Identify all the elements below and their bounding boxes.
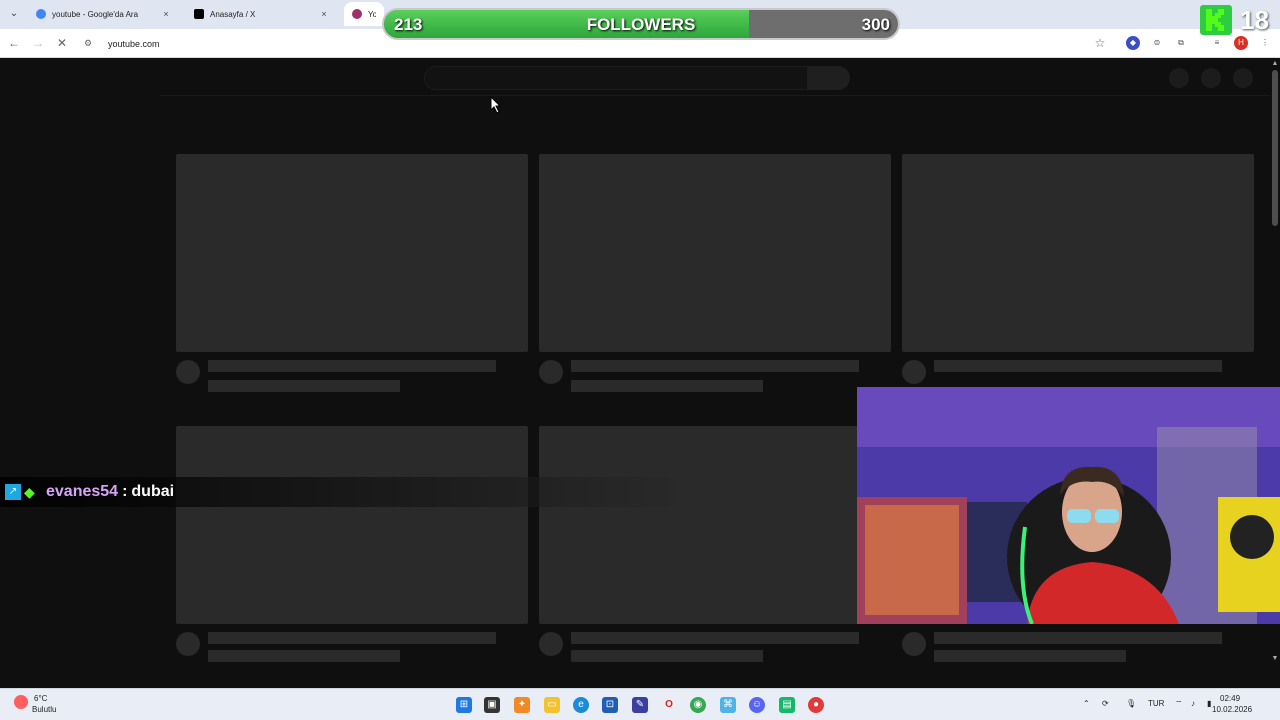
clock-date[interactable]: 10.02.2026 xyxy=(1212,705,1252,714)
app-icon[interactable]: ✎ xyxy=(632,697,648,713)
profile-avatar-icon[interactable]: H xyxy=(1234,36,1248,50)
volume-icon[interactable]: ♪ xyxy=(1191,699,1195,708)
puzzle-icon[interactable]: ⧉ xyxy=(1174,36,1188,50)
stop-loading-icon[interactable]: ✕ xyxy=(54,35,70,51)
weather-icon[interactable] xyxy=(14,695,28,709)
show-hidden-icons-icon[interactable]: ⌃ xyxy=(1083,699,1090,708)
discord-icon[interactable]: ☺ xyxy=(749,697,765,713)
store-icon[interactable]: ⊡ xyxy=(602,697,618,713)
meta-line-skeleton xyxy=(208,650,400,662)
reading-list-icon[interactable]: ≡ xyxy=(1210,36,1224,50)
avatar-skeleton[interactable] xyxy=(1233,68,1253,88)
title-line-skeleton xyxy=(571,360,859,372)
meta-line-skeleton xyxy=(571,380,763,392)
file-explorer-icon[interactable]: ▭ xyxy=(544,697,560,713)
chat-separator: : xyxy=(122,483,128,500)
menu-kebab-icon[interactable]: ⋮ xyxy=(1258,36,1272,50)
google-icon xyxy=(36,9,46,19)
tab-youtube[interactable]: YouTube xyxy=(344,2,384,26)
channel-avatar-skeleton xyxy=(176,632,200,656)
chrome-icon[interactable]: ◉ xyxy=(690,697,706,713)
chat-text: dubai xyxy=(131,483,175,500)
tab-search-button[interactable]: ⌄ xyxy=(6,6,22,22)
url-text: youtube.com xyxy=(108,38,160,49)
extension-icon[interactable]: ⊜ xyxy=(1150,36,1164,50)
microphone-icon[interactable]: 🎙 xyxy=(1126,699,1136,708)
title-line-skeleton xyxy=(934,632,1222,644)
search-input-skeleton[interactable] xyxy=(424,66,808,90)
app-icon[interactable]: ● xyxy=(808,697,824,713)
video-thumbnail-skeleton[interactable] xyxy=(176,154,528,352)
streamer-webcam-image xyxy=(857,387,1280,624)
channel-avatar-skeleton xyxy=(176,360,200,384)
diamond-badge-icon: ◆ xyxy=(24,484,35,500)
clock-time[interactable]: 02:49 xyxy=(1220,694,1240,703)
video-thumbnail-skeleton[interactable] xyxy=(176,426,528,624)
search-button-skeleton[interactable] xyxy=(808,66,850,90)
meta-line-skeleton xyxy=(571,650,763,662)
channel-avatar-skeleton xyxy=(539,632,563,656)
network-app-icon[interactable]: ⌘ xyxy=(720,697,736,713)
tab-google-search[interactable]: youtube - Google'da Ara × xyxy=(28,2,180,26)
task-view-icon[interactable]: ▣ xyxy=(484,697,500,713)
notifications-icon-skeleton[interactable] xyxy=(1201,68,1221,88)
subscriber-badge-icon: ↗ xyxy=(5,484,21,500)
battery-icon[interactable]: ▮ xyxy=(1207,699,1211,708)
weather-description: Bulutlu xyxy=(32,705,57,714)
tab-title: Anasayfa / X xyxy=(210,9,256,19)
video-thumbnail-skeleton[interactable] xyxy=(902,154,1254,352)
x-logo-icon xyxy=(194,9,204,19)
title-line-skeleton xyxy=(208,632,496,644)
chip-bar-divider xyxy=(160,95,1270,96)
tab-title: youtube - Google'da Ara xyxy=(52,9,139,19)
title-line-skeleton xyxy=(571,632,859,644)
app-icon[interactable]: ▤ xyxy=(779,697,795,713)
sync-icon[interactable]: ⟳ xyxy=(1102,699,1109,708)
title-line-skeleton xyxy=(934,360,1222,372)
video-thumbnail-skeleton[interactable] xyxy=(539,426,891,624)
scrollbar-thumb[interactable] xyxy=(1272,70,1278,226)
meta-line-skeleton xyxy=(934,650,1126,662)
windows-taskbar: 6°C Bulutlu ⊞ ▣ ✦ ▭ e ⊡ ✎ O ◉ ⌘ ☺ ▤ ● ⌃ … xyxy=(0,688,1280,720)
tab-title: YouTube xyxy=(368,9,376,19)
forward-arrow-icon[interactable]: → xyxy=(30,35,46,51)
copilot-icon[interactable]: ✦ xyxy=(514,697,530,713)
extension-icon[interactable]: ◆ xyxy=(1126,36,1140,50)
windows-start-icon[interactable]: ⊞ xyxy=(456,697,472,713)
channel-avatar-skeleton xyxy=(902,360,926,384)
close-icon[interactable]: × xyxy=(318,9,330,19)
site-info-icon[interactable]: ⚙ xyxy=(84,38,100,49)
meta-line-skeleton xyxy=(208,380,400,392)
age-rating: 18 xyxy=(1240,5,1269,35)
weather-temperature: 6°C xyxy=(34,694,48,703)
video-thumbnail-skeleton[interactable] xyxy=(539,154,891,352)
channel-avatar-skeleton xyxy=(902,632,926,656)
title-line-skeleton xyxy=(208,360,496,372)
wifi-icon[interactable]: ⌔ xyxy=(1175,699,1183,709)
language-indicator[interactable]: TUR xyxy=(1148,699,1164,708)
followers-goal: 300 xyxy=(861,15,890,34)
bookmark-star-icon[interactable]: ☆ xyxy=(1092,35,1108,51)
chat-username: evanes54 xyxy=(46,483,119,500)
close-icon[interactable]: × xyxy=(160,9,172,19)
kick-logo-icon xyxy=(1200,5,1232,35)
chat-message: ↗ ◆ evanes54 : dubai xyxy=(0,477,676,507)
followers-goal-bar: 213 FOLLOWERS 300 xyxy=(382,8,900,40)
tab-x-home[interactable]: Anasayfa / X × xyxy=(186,2,338,26)
opera-icon[interactable]: O xyxy=(661,697,677,713)
back-arrow-icon[interactable]: ← xyxy=(6,35,22,51)
webcam-feed xyxy=(857,387,1280,624)
mouse-cursor-icon xyxy=(490,96,502,114)
create-icon-skeleton[interactable] xyxy=(1169,68,1189,88)
followers-label: FOLLOWERS xyxy=(586,15,696,34)
channel-avatar-skeleton xyxy=(539,360,563,384)
youtube-favicon-icon xyxy=(352,9,362,19)
scroll-up-icon[interactable]: ▲ xyxy=(1271,60,1279,67)
scroll-down-icon[interactable]: ▼ xyxy=(1271,655,1279,662)
edge-icon[interactable]: e xyxy=(573,697,589,713)
